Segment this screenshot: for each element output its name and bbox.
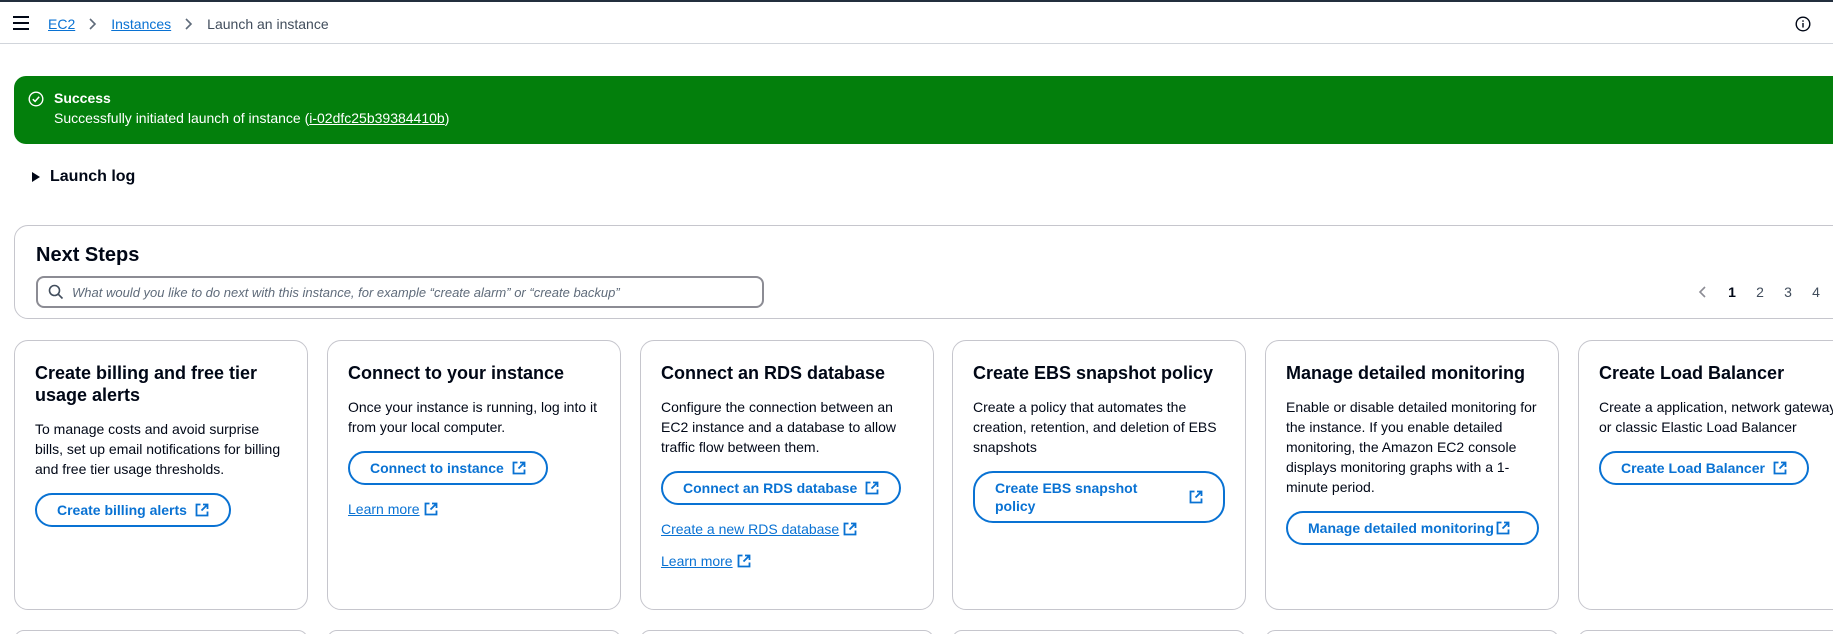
card-ebs-snapshot: Create EBS snapshot policy Create a poli… [952, 340, 1246, 610]
card-description: To manage costs and avoid surprise bills… [35, 421, 281, 477]
launch-log-toggle[interactable]: Launch log [32, 168, 135, 186]
next-steps-title: Next Steps [36, 244, 140, 266]
card-description: Create a application, network gateway or… [1599, 399, 1833, 435]
create-load-balancer-button[interactable]: Create Load Balancer [1599, 451, 1809, 485]
card-title: Create Load Balancer [1599, 363, 1785, 383]
check-circle-icon [28, 91, 44, 107]
connect-to-instance-button[interactable]: Connect to instance [348, 451, 548, 485]
button-label: Connect to instance [370, 460, 504, 476]
external-link-icon [424, 502, 437, 516]
info-icon[interactable] [1795, 16, 1811, 32]
page-2[interactable]: 2 [1746, 284, 1774, 300]
banner-message-prefix: Successfully initiated launch of instanc… [54, 110, 310, 126]
search-box[interactable] [36, 276, 764, 308]
banner-title: Success [54, 90, 111, 106]
button-label: Connect an RDS database [683, 480, 858, 496]
chevron-left-icon[interactable] [1692, 282, 1712, 302]
external-link-icon [195, 503, 209, 517]
page-4[interactable]: 4 [1802, 284, 1830, 300]
card-title: Create billing and free tier usage alert… [35, 363, 258, 405]
card-title: Connect to your instance [348, 363, 565, 383]
external-link-icon [512, 461, 526, 475]
card-title: Connect an RDS database [661, 363, 886, 383]
card-row2-2 [327, 630, 621, 634]
caret-right-icon [32, 172, 40, 182]
search-icon [48, 284, 64, 300]
learn-more-link[interactable]: Learn more [348, 501, 438, 517]
connect-rds-database-button[interactable]: Connect an RDS database [661, 471, 902, 505]
breadcrumb-current: Launch an instance [207, 16, 329, 32]
card-row2-5 [1265, 630, 1559, 634]
banner-message: Successfully initiated launch of instanc… [54, 110, 449, 126]
create-ebs-snapshot-policy-button[interactable]: Create EBS snapshot policy [973, 471, 1225, 523]
search-input[interactable] [72, 284, 752, 300]
card-description: Create a policy that automates the creat… [973, 399, 1217, 455]
create-new-rds-database-link[interactable]: Create a new RDS database [661, 521, 857, 537]
card-title: Manage detailed monitoring [1286, 363, 1526, 383]
card-description: Once your instance is running, log into … [348, 399, 598, 435]
external-link-icon [1189, 490, 1203, 504]
external-link-icon [1496, 521, 1510, 535]
card-load-balancer: Create Load Balancer Create a applicatio… [1578, 340, 1833, 610]
card-description: Configure the connection between an EC2 … [661, 399, 897, 455]
card-connect-instance: Connect to your instance Once your insta… [327, 340, 621, 610]
button-label: Create billing alerts [57, 502, 187, 518]
chevron-right-icon [83, 18, 103, 30]
success-banner: Success Successfully initiated launch of… [14, 76, 1833, 144]
learn-more-link[interactable]: Learn more [661, 553, 751, 569]
pagination: 1 2 3 4 [1692, 282, 1830, 302]
external-link-icon [737, 554, 750, 568]
link-label: Create a new RDS database [661, 521, 840, 537]
launch-log-label: Launch log [50, 168, 136, 185]
next-steps-panel: Next Steps 1 2 3 4 [14, 225, 1833, 319]
card-row2-6 [1578, 630, 1833, 634]
breadcrumb-ec2[interactable]: EC2 [48, 16, 75, 32]
card-row2-4 [952, 630, 1246, 634]
external-link-icon [843, 522, 857, 536]
page-3[interactable]: 3 [1774, 284, 1802, 300]
card-title: Create EBS snapshot policy [973, 363, 1214, 383]
breadcrumb-instances[interactable]: Instances [111, 16, 171, 32]
chevron-right-icon [179, 18, 199, 30]
link-label: Learn more [348, 501, 420, 517]
button-label: Create Load Balancer [1621, 460, 1765, 476]
manage-detailed-monitoring-button[interactable]: Manage detailed monitoring [1286, 511, 1539, 545]
page-1[interactable]: 1 [1718, 284, 1746, 300]
card-billing-alerts: Create billing and free tier usage alert… [14, 340, 308, 610]
card-row2-1 [14, 630, 308, 634]
external-link-icon [1773, 461, 1787, 475]
link-label: Learn more [661, 553, 733, 569]
create-billing-alerts-button[interactable]: Create billing alerts [35, 493, 231, 527]
menu-icon[interactable] [13, 16, 29, 30]
instance-id-link[interactable]: i-02dfc25b39384410b [309, 110, 444, 126]
banner-message-suffix: ) [444, 110, 450, 126]
card-connect-rds: Connect an RDS database Configure the co… [640, 340, 934, 610]
external-link-icon [865, 481, 879, 495]
breadcrumb: EC2 Instances Launch an instance [48, 14, 329, 34]
header-bar: EC2 Instances Launch an instance [0, 2, 1833, 44]
button-label: Manage detailed monitoring [1308, 520, 1494, 536]
button-label: Create EBS snapshot policy [995, 480, 1138, 514]
card-description: Enable or disable detailed monitoring fo… [1286, 399, 1537, 495]
card-detailed-monitoring: Manage detailed monitoring Enable or dis… [1265, 340, 1559, 610]
card-row2-3 [640, 630, 934, 634]
